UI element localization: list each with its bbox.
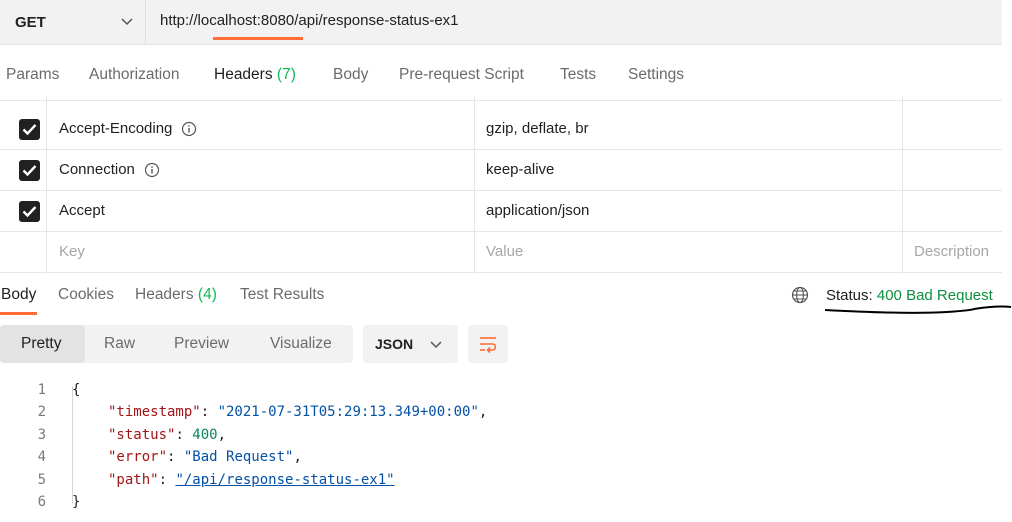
json-line: "path": "/api/response-status-ex1" — [108, 472, 395, 488]
header-checkbox[interactable] — [19, 201, 40, 222]
json-value: 400 — [192, 427, 218, 443]
value-placeholder[interactable]: Value — [486, 243, 523, 260]
method-label: GET — [15, 14, 46, 31]
tab-params[interactable]: Params — [6, 66, 59, 84]
tab-tests[interactable]: Tests — [560, 66, 596, 84]
header-value[interactable]: keep-alive — [486, 161, 554, 178]
json-comma: , — [217, 427, 227, 443]
json-key: "path" — [108, 472, 159, 488]
tab-authorization[interactable]: Authorization — [89, 66, 179, 84]
column-divider — [902, 96, 903, 274]
wrap-lines-icon — [480, 337, 497, 354]
line-number: 1 — [37, 382, 46, 398]
line-number: 5 — [37, 472, 46, 488]
line-number: 6 — [37, 494, 46, 510]
json-comma: , — [478, 404, 488, 420]
header-key-text: Connection — [59, 161, 135, 178]
view-visualize-button[interactable]: Visualize — [270, 325, 332, 363]
description-placeholder[interactable]: Description — [914, 243, 989, 260]
resp-tab-headers-label: Headers — [135, 286, 194, 303]
check-icon — [22, 206, 37, 218]
json-value: "Bad Request" — [183, 449, 294, 465]
header-key-text: Accept — [59, 202, 105, 219]
url-input[interactable]: http://localhost:8080/api/response-statu… — [160, 12, 459, 29]
column-divider — [474, 96, 475, 274]
json-key: "error" — [108, 449, 168, 465]
line-number: 3 — [37, 427, 46, 443]
request-url-bar: GET http://localhost:8080/api/response-s… — [0, 0, 1002, 45]
json-value: "2021-07-31T05:29:13.349+00:00" — [217, 404, 479, 420]
tab-headers[interactable]: Headers (7) — [214, 66, 296, 84]
json-path-link[interactable]: "/api/response-status-ex1" — [175, 472, 394, 488]
header-value[interactable]: gzip, deflate, br — [486, 120, 589, 137]
json-line: "timestamp": "2021-07-31T05:29:13.349+00… — [108, 404, 488, 420]
annotation-underline — [824, 305, 1012, 314]
check-icon — [22, 124, 37, 136]
active-tab-indicator — [213, 37, 303, 40]
table-row: Accept application/json — [0, 191, 1002, 232]
resp-tab-headers-count: (4) — [197, 286, 217, 303]
check-icon — [22, 165, 37, 177]
line-number: 2 — [37, 404, 46, 420]
header-checkbox[interactable] — [19, 119, 40, 140]
table-row: Connection keep-alive — [0, 150, 1002, 191]
table-row-partial — [0, 96, 1002, 101]
info-icon[interactable] — [144, 162, 160, 178]
json-line: "status": 400, — [108, 427, 227, 443]
format-select[interactable]: JSON — [363, 325, 458, 363]
line-number: 4 — [37, 449, 46, 465]
resp-tab-body[interactable]: Body — [1, 286, 36, 304]
tab-headers-label: Headers — [214, 66, 273, 83]
json-close-brace: } — [72, 494, 81, 510]
json-open-brace: { — [72, 382, 81, 398]
indent-guide — [72, 386, 73, 504]
info-icon[interactable] — [181, 121, 197, 137]
globe-icon[interactable] — [791, 286, 809, 304]
json-comma: , — [293, 449, 302, 465]
method-select[interactable]: GET — [0, 0, 146, 45]
table-row: Accept-Encoding gzip, deflate, br — [0, 109, 1002, 150]
table-row-new: Key Value Description — [0, 232, 1002, 273]
headers-table: Accept-Encoding gzip, deflate, br Connec… — [0, 96, 1002, 276]
header-key[interactable]: Accept-Encoding — [59, 120, 197, 137]
tab-pre-request-script[interactable]: Pre-request Script — [399, 66, 524, 84]
chevron-down-icon — [430, 341, 442, 349]
view-preview-button[interactable]: Preview — [174, 325, 229, 363]
format-label: JSON — [375, 336, 414, 352]
resp-tab-headers[interactable]: Headers (4) — [135, 286, 217, 304]
key-placeholder[interactable]: Key — [59, 243, 85, 260]
json-key: "status" — [108, 427, 176, 443]
resp-tab-test-results[interactable]: Test Results — [240, 286, 324, 304]
request-tabs: Params Authorization Headers (7) Body Pr… — [0, 56, 1002, 96]
json-line: "error": "Bad Request", — [108, 449, 302, 465]
header-key[interactable]: Accept — [59, 202, 105, 219]
header-key[interactable]: Connection — [59, 161, 160, 178]
view-raw-button[interactable]: Raw — [104, 325, 135, 363]
tab-settings[interactable]: Settings — [628, 66, 684, 84]
view-mode-group: Pretty Raw Preview Visualize — [0, 325, 353, 363]
resp-tab-cookies[interactable]: Cookies — [58, 286, 114, 304]
response-body-code[interactable]: 1 2 3 4 5 6 { "timestamp": "2021-07-31T0… — [0, 378, 1002, 522]
active-resp-tab-indicator — [0, 312, 37, 315]
header-value[interactable]: application/json — [486, 202, 589, 219]
chevron-down-icon — [121, 18, 133, 26]
header-key-text: Accept-Encoding — [59, 120, 173, 137]
view-pretty-button[interactable]: Pretty — [0, 325, 85, 363]
header-checkbox[interactable] — [19, 160, 40, 181]
json-key: "timestamp" — [108, 404, 201, 420]
tab-headers-count: (7) — [276, 66, 296, 83]
tab-body[interactable]: Body — [333, 66, 368, 84]
column-divider — [46, 96, 47, 274]
wrap-lines-button[interactable] — [468, 325, 508, 363]
